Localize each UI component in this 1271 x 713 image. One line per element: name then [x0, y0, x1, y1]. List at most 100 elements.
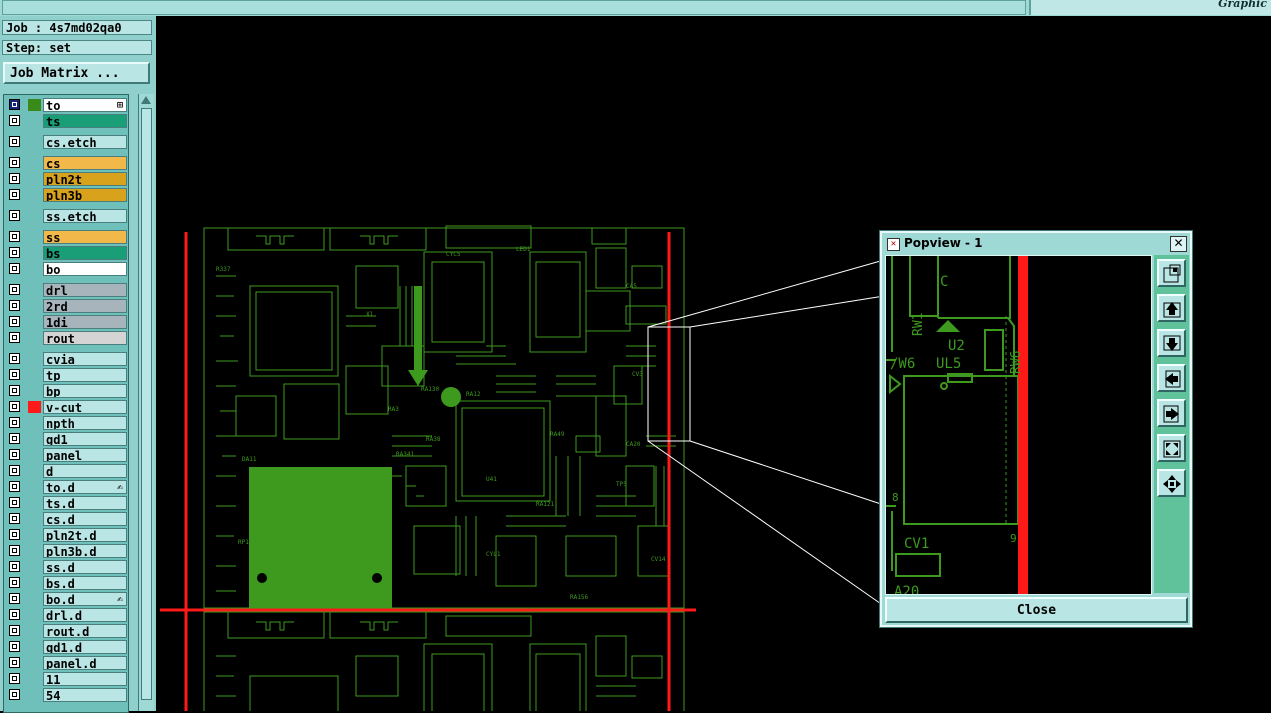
scroll-thumb[interactable]	[141, 108, 152, 700]
layer-checkbox[interactable]	[9, 99, 20, 110]
layer-checkbox[interactable]	[9, 385, 20, 396]
pan-up-button[interactable]	[1157, 294, 1186, 322]
layer-name[interactable]: pln3b	[43, 188, 127, 202]
layer-row[interactable]: 1di	[7, 315, 127, 329]
layer-row[interactable]: ts.d	[7, 496, 127, 510]
layer-name[interactable]: ss.etch	[43, 209, 127, 223]
command-field[interactable]	[2, 0, 1026, 15]
layer-row[interactable]: ss.d	[7, 560, 127, 574]
layer-row[interactable]: 54	[7, 688, 127, 702]
layer-name[interactable]: drl.d	[43, 608, 127, 622]
layer-checkbox[interactable]	[9, 332, 20, 343]
layer-row[interactable]: bs.d	[7, 576, 127, 590]
pan-down-button[interactable]	[1157, 329, 1186, 357]
layer-checkbox[interactable]	[9, 545, 20, 556]
layer-row[interactable]: to.d ✍	[7, 480, 127, 494]
layer-row[interactable]: bp	[7, 384, 127, 398]
scroll-up-icon[interactable]	[141, 96, 151, 104]
layer-row[interactable]: drl	[7, 283, 127, 297]
layer-name[interactable]: bo	[43, 262, 127, 276]
layer-name[interactable]: d	[43, 464, 127, 478]
layer-row[interactable]: bs	[7, 246, 127, 260]
layer-checkbox[interactable]	[9, 689, 20, 700]
layer-row[interactable]: ss.etch	[7, 209, 127, 223]
layer-checkbox[interactable]	[9, 247, 20, 258]
layer-checkbox[interactable]	[9, 609, 20, 620]
layer-checkbox[interactable]	[9, 189, 20, 200]
layer-checkbox[interactable]	[9, 673, 20, 684]
layer-checkbox[interactable]	[9, 529, 20, 540]
layer-checkbox[interactable]	[9, 433, 20, 444]
layer-name[interactable]: cs.d	[43, 512, 127, 526]
layer-name[interactable]: pln3b.d	[43, 544, 127, 558]
layer-checkbox[interactable]	[9, 173, 20, 184]
layer-checkbox[interactable]	[9, 300, 20, 311]
layer-row[interactable]: panel	[7, 448, 127, 462]
layer-checkbox[interactable]	[9, 577, 20, 588]
layer-row[interactable]: pln3b.d	[7, 544, 127, 558]
layer-name[interactable]: ss.d	[43, 560, 127, 574]
layer-scrollbar[interactable]	[138, 94, 154, 711]
pan-mode-button[interactable]	[1157, 469, 1186, 497]
layer-name[interactable]: to ⊞	[43, 98, 127, 112]
layer-name[interactable]: ts.d	[43, 496, 127, 510]
layer-row[interactable]: bo	[7, 262, 127, 276]
layer-checkbox[interactable]	[9, 353, 20, 364]
layer-checkbox[interactable]	[9, 157, 20, 168]
layer-row[interactable]: cvia	[7, 352, 127, 366]
layer-checkbox[interactable]	[9, 401, 20, 412]
layer-row[interactable]: tp	[7, 368, 127, 382]
layer-row[interactable]: npth	[7, 416, 127, 430]
layer-name[interactable]: 11	[43, 672, 127, 686]
layer-row[interactable]: to ⊞	[7, 98, 127, 112]
layer-checkbox[interactable]	[9, 657, 20, 668]
layer-row[interactable]: gd1.d	[7, 640, 127, 654]
layer-row[interactable]: v-cut	[7, 400, 127, 414]
layer-row[interactable]: bo.d ✍	[7, 592, 127, 606]
layer-row[interactable]: drl.d	[7, 608, 127, 622]
layer-name[interactable]: to.d ✍	[43, 480, 127, 494]
layer-checkbox[interactable]	[9, 497, 20, 508]
layer-checkbox[interactable]	[9, 136, 20, 147]
layer-checkbox[interactable]	[9, 513, 20, 524]
layer-name[interactable]: bs	[43, 246, 127, 260]
layer-name[interactable]: pln2t	[43, 172, 127, 186]
layer-row[interactable]: gd1	[7, 432, 127, 446]
layer-name[interactable]: npth	[43, 416, 127, 430]
layer-row[interactable]: cs.d	[7, 512, 127, 526]
layer-row[interactable]: 2rd	[7, 299, 127, 313]
layer-row[interactable]: cs.etch	[7, 135, 127, 149]
popview-close-button[interactable]: Close	[885, 597, 1188, 623]
layer-name[interactable]: v-cut	[43, 400, 127, 414]
layer-checkbox[interactable]	[9, 210, 20, 221]
layer-name[interactable]: gd1.d	[43, 640, 127, 654]
layer-name[interactable]: gd1	[43, 432, 127, 446]
layer-row[interactable]: rout.d	[7, 624, 127, 638]
popview-zoom-view[interactable]: C U2 /W6 UL5 CV1 A20 8 9 RW1 RW6	[885, 255, 1152, 595]
layer-name[interactable]: ss	[43, 230, 127, 244]
layer-row[interactable]: ss	[7, 230, 127, 244]
layer-name[interactable]: 2rd	[43, 299, 127, 313]
layer-checkbox[interactable]	[9, 641, 20, 652]
layer-checkbox[interactable]	[9, 263, 20, 274]
layer-checkbox[interactable]	[9, 231, 20, 242]
layer-name[interactable]: pln2t.d	[43, 528, 127, 542]
layer-name[interactable]: tp	[43, 368, 127, 382]
layer-checkbox[interactable]	[9, 417, 20, 428]
layer-name[interactable]: bo.d ✍	[43, 592, 127, 606]
layer-name[interactable]: 54	[43, 688, 127, 702]
layer-name[interactable]: cs	[43, 156, 127, 170]
pan-left-button[interactable]	[1157, 364, 1186, 392]
layer-row[interactable]: pln2t.d	[7, 528, 127, 542]
layer-name[interactable]: bs.d	[43, 576, 127, 590]
layer-checkbox[interactable]	[9, 481, 20, 492]
layer-row[interactable]: rout	[7, 331, 127, 345]
layer-name[interactable]: rout.d	[43, 624, 127, 638]
layer-name[interactable]: cvia	[43, 352, 127, 366]
layer-checkbox[interactable]	[9, 284, 20, 295]
zoom-fit-button[interactable]	[1157, 259, 1186, 287]
layer-name[interactable]: panel	[43, 448, 127, 462]
layer-checkbox[interactable]	[9, 369, 20, 380]
popview-titlebar[interactable]: ✕ Popview - 1 ✕	[884, 235, 1188, 252]
layer-row[interactable]: 11	[7, 672, 127, 686]
